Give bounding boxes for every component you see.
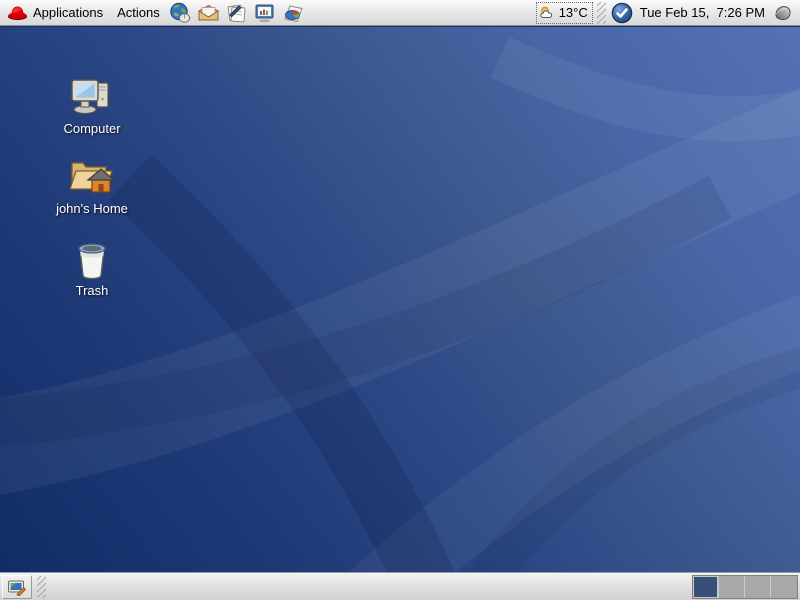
word-processor-icon: [225, 2, 248, 24]
show-desktop-icon: [7, 578, 27, 596]
update-notification-applet[interactable]: [610, 1, 634, 25]
weather-cloud-icon: [539, 5, 557, 21]
desktop-icon-label: Trash: [76, 284, 109, 298]
web-browser-launcher[interactable]: [168, 1, 194, 25]
spreadsheet-launcher[interactable]: [280, 1, 306, 25]
desktop-icon-trash[interactable]: Trash: [40, 239, 144, 298]
desktop[interactable]: Computer john's Home: [0, 27, 800, 572]
speaker-icon: [773, 3, 793, 23]
email-icon: [197, 2, 220, 24]
weather-applet[interactable]: 13°C: [536, 2, 593, 24]
presentation-icon: [253, 2, 276, 24]
workspace-2[interactable]: [719, 576, 745, 598]
update-ok-check-icon: [611, 2, 633, 24]
workspace-4[interactable]: [771, 576, 797, 598]
presentation-launcher[interactable]: [252, 1, 278, 25]
actions-menu-label: Actions: [117, 5, 160, 20]
web-browser-icon: [169, 2, 192, 24]
clock-applet[interactable]: Tue Feb 15, 7:26 PM: [636, 1, 771, 25]
volume-applet[interactable]: [771, 1, 795, 25]
email-launcher[interactable]: [196, 1, 222, 25]
applications-menu-label: Applications: [33, 5, 103, 20]
desktop-icon-computer[interactable]: Computer: [40, 77, 144, 136]
workspace-switcher: [692, 575, 798, 599]
trash-can-icon: [72, 239, 112, 281]
redhat-logo-icon: [7, 4, 28, 22]
computer-icon: [69, 77, 115, 119]
top-panel: Applications Actions: [0, 0, 800, 26]
desktop-icon-label: john's Home: [56, 202, 128, 216]
desktop-icon-label: Computer: [63, 122, 120, 136]
weather-temperature: 13°C: [559, 5, 588, 20]
bottom-panel: [0, 572, 800, 600]
workspace-1[interactable]: [693, 576, 719, 598]
show-desktop-button[interactable]: [2, 575, 32, 599]
home-folder-icon: [66, 155, 118, 199]
word-processor-launcher[interactable]: [224, 1, 250, 25]
applications-menu[interactable]: Applications: [3, 1, 110, 25]
tasklist-drag-handle[interactable]: [37, 576, 46, 598]
applet-drag-handle[interactable]: [597, 2, 606, 24]
clock-text: Tue Feb 15, 7:26 PM: [640, 5, 765, 20]
desktop-icon-home[interactable]: john's Home: [40, 155, 144, 216]
workspace-3[interactable]: [745, 576, 771, 598]
spreadsheet-icon: [281, 2, 304, 24]
actions-menu[interactable]: Actions: [110, 1, 167, 25]
